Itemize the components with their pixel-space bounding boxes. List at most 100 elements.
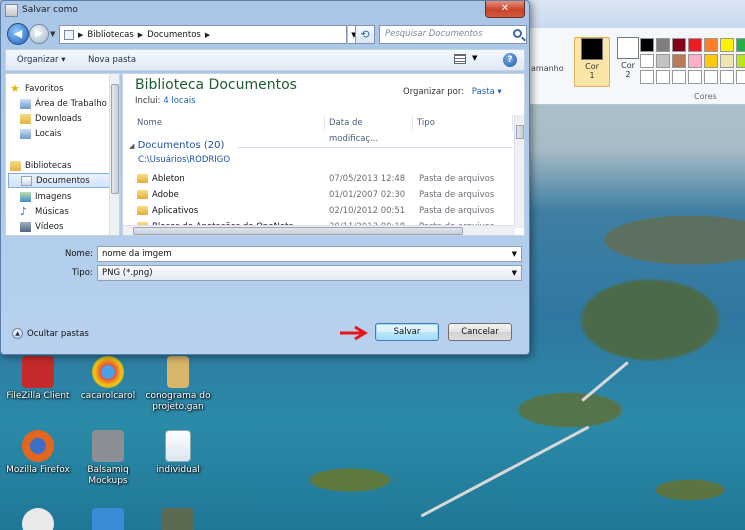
palette-swatch[interactable] bbox=[736, 38, 745, 52]
new-folder-button[interactable]: Nova pasta bbox=[88, 55, 136, 65]
nav-item-videos[interactable]: Vídeos bbox=[20, 219, 119, 234]
palette-swatch[interactable] bbox=[688, 54, 702, 68]
nav-item-label: Downloads bbox=[35, 113, 82, 124]
desktop-icon-firefox[interactable]: Mozilla Firefox bbox=[0, 430, 76, 476]
search-input[interactable]: Pesquisar Documentos bbox=[379, 25, 527, 44]
libraries-icon bbox=[10, 160, 21, 171]
nav-scroll-thumb[interactable] bbox=[111, 84, 119, 194]
view-options-icon[interactable] bbox=[454, 54, 466, 64]
save-button[interactable]: Salvar bbox=[375, 323, 439, 341]
nav-item-label: Favoritos bbox=[25, 83, 64, 94]
organize-button[interactable]: Organizar ▾ bbox=[17, 55, 66, 65]
palette-swatch[interactable] bbox=[640, 54, 654, 68]
desktop-icon-individual[interactable]: individual bbox=[140, 430, 216, 476]
file-row[interactable]: Adobe 01/01/2007 02:30 Pasta de arquivos bbox=[137, 188, 512, 203]
hide-folders-toggle[interactable]: ▲ Ocultar pastas bbox=[12, 328, 89, 339]
breadcrumb-separator-icon[interactable]: ▶ bbox=[138, 31, 143, 39]
palette-swatch[interactable] bbox=[736, 70, 745, 84]
palette-swatch[interactable] bbox=[704, 38, 718, 52]
help-icon[interactable]: ? bbox=[503, 53, 517, 67]
file-name-field[interactable]: nome da imgem ▼ bbox=[97, 246, 522, 262]
group-path[interactable]: C:\Usuários\RODRIGO bbox=[138, 155, 230, 165]
bridge-decoration bbox=[581, 361, 629, 402]
file-name: Adobe bbox=[152, 190, 179, 200]
refresh-button[interactable]: ⟲ bbox=[355, 25, 375, 44]
nav-item-musicas[interactable]: ♪ Músicas bbox=[20, 204, 119, 219]
palette-swatch[interactable] bbox=[672, 38, 686, 52]
file-name-value: nome da imgem bbox=[102, 249, 172, 259]
arrange-by: Organizar por: Pasta ▾ bbox=[403, 87, 502, 97]
breadcrumb-documentos[interactable]: Documentos bbox=[147, 30, 201, 40]
column-header-type[interactable]: Tipo bbox=[413, 115, 513, 131]
colors-group-label: Cores bbox=[694, 92, 717, 101]
file-list-hscrollbar[interactable] bbox=[123, 225, 515, 235]
breadcrumb-separator-icon[interactable]: ▶ bbox=[205, 31, 210, 39]
nav-item-documentos[interactable]: Documentos bbox=[8, 173, 113, 188]
palette-swatch[interactable] bbox=[720, 54, 734, 68]
palette-swatch[interactable] bbox=[672, 54, 686, 68]
app-icon bbox=[92, 508, 124, 530]
address-field[interactable]: ▶ Bibliotecas ▶ Documentos ▶ bbox=[59, 25, 347, 44]
dialog-titlebar[interactable]: Salvar como ✕ bbox=[1, 1, 529, 21]
app-icon bbox=[162, 508, 194, 530]
nav-scrollbar[interactable] bbox=[109, 74, 119, 235]
file-type-select[interactable]: PNG (*.png) ▼ bbox=[97, 265, 522, 281]
nav-item-bibliotecas[interactable]: Bibliotecas bbox=[10, 158, 115, 173]
file-list-scrollbar[interactable] bbox=[514, 115, 524, 228]
desktop-icon-label: FileZilla Client bbox=[6, 391, 70, 401]
breadcrumb-separator-icon[interactable]: ▶ bbox=[78, 31, 83, 39]
palette-swatch[interactable] bbox=[736, 54, 745, 68]
desktop-icon-cronograma[interactable]: conograma do projeto.gan bbox=[140, 356, 216, 413]
cancel-button[interactable]: Cancelar bbox=[448, 323, 512, 341]
arrange-dropdown[interactable]: Pasta ▾ bbox=[472, 87, 502, 97]
group-label: Documentos (20) bbox=[137, 140, 225, 151]
nav-item-label: Locais bbox=[35, 128, 62, 139]
desktop-icon-cacarolcarol[interactable]: cacarolcarol bbox=[70, 356, 146, 402]
nav-item-favoritos[interactable]: ★ Favoritos bbox=[10, 81, 115, 96]
back-button[interactable]: ◀ bbox=[7, 23, 29, 45]
includes-label: Inclui: bbox=[135, 96, 161, 106]
palette-swatch[interactable] bbox=[640, 70, 654, 84]
file-list-scroll-thumb[interactable] bbox=[516, 125, 524, 139]
forward-button[interactable]: ▶ bbox=[29, 24, 49, 44]
file-list-hscroll-thumb[interactable] bbox=[133, 227, 463, 235]
palette-swatch[interactable] bbox=[656, 70, 670, 84]
palette-swatch[interactable] bbox=[672, 70, 686, 84]
palette-swatch[interactable] bbox=[688, 70, 702, 84]
palette-swatch[interactable] bbox=[720, 70, 734, 84]
nav-item-locais[interactable]: Locais bbox=[20, 126, 119, 141]
palette-swatch[interactable] bbox=[704, 70, 718, 84]
word-doc-icon bbox=[165, 430, 191, 462]
close-button[interactable]: ✕ bbox=[485, 1, 525, 18]
column-header-name[interactable]: Nome bbox=[123, 115, 325, 131]
palette-swatch[interactable] bbox=[704, 54, 718, 68]
collapse-icon[interactable]: ◢ bbox=[129, 142, 134, 150]
desktop-icon-partial[interactable] bbox=[0, 508, 76, 530]
nav-item-area-de-trabalho[interactable]: Área de Trabalho bbox=[20, 96, 119, 111]
palette-swatch[interactable] bbox=[640, 38, 654, 52]
desktop-icon-balsamiq[interactable]: Balsamiq Mockups bbox=[70, 430, 146, 487]
desktop-icon-partial[interactable] bbox=[140, 508, 216, 530]
nav-item-imagens[interactable]: Imagens bbox=[20, 189, 119, 204]
file-row[interactable]: Ableton 07/05/2013 12:48 Pasta de arquiv… bbox=[137, 172, 512, 187]
chevron-down-icon[interactable]: ▼ bbox=[512, 250, 517, 258]
palette-swatch[interactable] bbox=[688, 38, 702, 52]
file-type: Pasta de arquivos bbox=[419, 206, 495, 216]
palette-swatch[interactable] bbox=[656, 38, 670, 52]
file-row[interactable]: Aplicativos 02/10/2012 00:51 Pasta de ar… bbox=[137, 204, 512, 219]
folder-icon bbox=[137, 190, 148, 199]
desktop-icon-filezilla[interactable]: FileZilla Client bbox=[0, 356, 76, 402]
group-header[interactable]: ◢ Documentos (20) bbox=[129, 140, 224, 151]
desktop-icon-partial[interactable] bbox=[70, 508, 146, 530]
recent-pages-dropdown[interactable]: ▼ bbox=[50, 30, 55, 38]
color1-button[interactable]: Cor 1 bbox=[574, 37, 610, 87]
star-icon: ★ bbox=[10, 81, 20, 95]
palette-swatch[interactable] bbox=[656, 54, 670, 68]
videos-icon bbox=[20, 221, 31, 232]
palette-swatch[interactable] bbox=[720, 38, 734, 52]
column-header-date[interactable]: Data de modificaç... bbox=[325, 115, 413, 144]
view-dropdown-icon[interactable]: ▼ bbox=[472, 54, 477, 62]
includes-link[interactable]: 4 locais bbox=[163, 96, 195, 106]
breadcrumb-bibliotecas[interactable]: Bibliotecas bbox=[87, 30, 133, 40]
nav-item-downloads[interactable]: Downloads bbox=[20, 111, 119, 126]
